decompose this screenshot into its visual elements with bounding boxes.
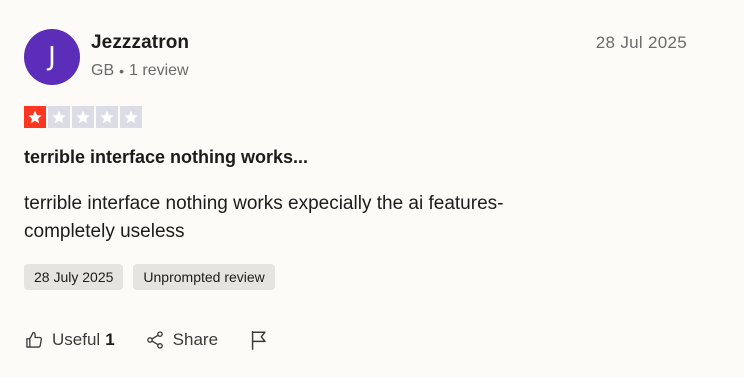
- avatar-initial: J: [48, 42, 56, 72]
- useful-count: 1: [105, 330, 115, 349]
- useful-label: Useful: [52, 330, 101, 349]
- star-icon: [48, 106, 70, 128]
- review-title[interactable]: terrible interface nothing works...: [24, 147, 308, 168]
- review-date: 28 Jul 2025: [595, 33, 687, 52]
- meta-separator: •: [119, 63, 125, 79]
- star-rating: [24, 106, 142, 128]
- share-label: Share: [172, 330, 219, 349]
- share-icon: [145, 330, 165, 350]
- star-icon: [24, 106, 46, 128]
- review-body: terrible interface nothing works expecia…: [24, 193, 504, 242]
- share-button[interactable]: Share: [145, 330, 218, 350]
- star-icon: [72, 106, 94, 128]
- flag-icon: [248, 328, 270, 352]
- reviewer-review-count: 1 review: [129, 62, 189, 79]
- review-actions: Useful 1 Share: [24, 326, 270, 354]
- star-icon: [96, 106, 118, 128]
- thumbs-up-icon: [24, 330, 44, 350]
- unprompted-review-tag[interactable]: Unprompted review: [133, 264, 275, 290]
- experience-date-tag: 28 July 2025: [24, 264, 124, 290]
- reviewer-name[interactable]: Jezzzatron: [91, 32, 189, 54]
- reviewer-meta: GB • 1 review: [91, 62, 189, 80]
- star-icon: [120, 106, 142, 128]
- avatar[interactable]: J: [24, 29, 80, 85]
- review-tags: 28 July 2025 Unprompted review: [24, 264, 275, 290]
- report-flag-button[interactable]: [248, 328, 270, 352]
- useful-button[interactable]: Useful 1: [24, 330, 115, 350]
- reviewer-country: GB: [91, 62, 115, 79]
